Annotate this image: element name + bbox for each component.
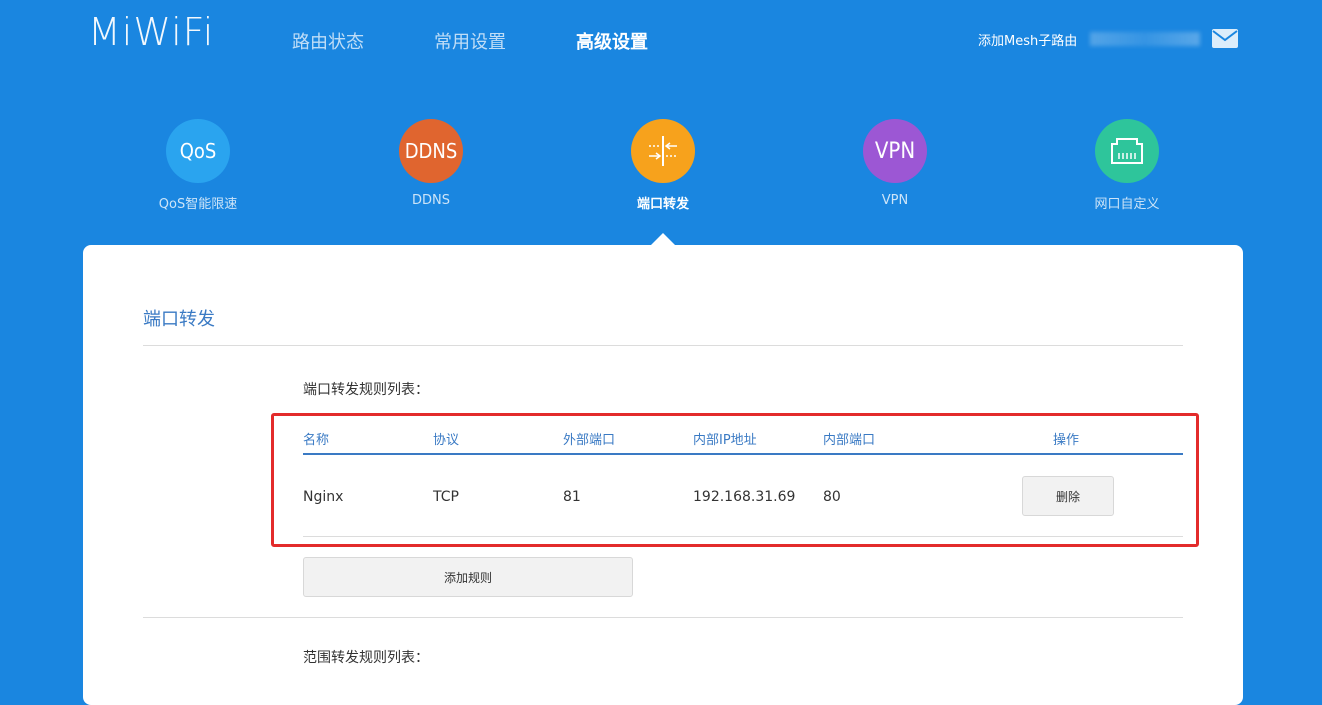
section-divider: [143, 617, 1183, 618]
ddns-icon: DDNS: [399, 119, 463, 183]
feature-ddns[interactable]: DDNS DDNS: [361, 119, 501, 208]
feature-qos-label: QoS智能限速: [158, 197, 238, 212]
feature-vpn[interactable]: VPN VPN: [825, 119, 965, 208]
feature-vpn-label: VPN: [881, 193, 909, 208]
title-divider: [143, 345, 1183, 346]
nav-router-status[interactable]: 路由状态: [292, 28, 364, 54]
mail-icon[interactable]: [1212, 29, 1238, 48]
add-mesh-node-link[interactable]: 添加Mesh子路由: [978, 30, 1077, 49]
feature-port-custom-label: 网口自定义: [1094, 197, 1160, 212]
page-title: 端口转发: [143, 309, 215, 330]
nav-advanced-settings[interactable]: 高级设置: [576, 28, 648, 54]
active-pointer: [651, 233, 675, 245]
port-forward-icon: [631, 119, 695, 183]
feature-port-forward[interactable]: 端口转发: [593, 119, 733, 212]
rules-list-label: 端口转发规则列表：: [303, 382, 429, 398]
feature-port-forward-label: 端口转发: [636, 197, 689, 212]
feature-port-custom[interactable]: 网口自定义: [1057, 119, 1197, 212]
miwifi-logo: MiWiFi: [88, 10, 215, 54]
blurred-router-name: [1090, 32, 1200, 46]
range-rules-label: 范围转发规则列表：: [303, 650, 429, 666]
feature-ddns-label: DDNS: [412, 193, 450, 208]
qos-icon: QoS: [166, 119, 230, 183]
ethernet-port-icon: [1095, 119, 1159, 183]
red-highlight-box: [271, 413, 1199, 547]
add-rule-button[interactable]: 添加规则: [303, 557, 633, 597]
vpn-icon: VPN: [863, 119, 927, 183]
nav-common-settings[interactable]: 常用设置: [434, 28, 506, 54]
feature-qos[interactable]: QoS QoS智能限速: [128, 119, 268, 212]
